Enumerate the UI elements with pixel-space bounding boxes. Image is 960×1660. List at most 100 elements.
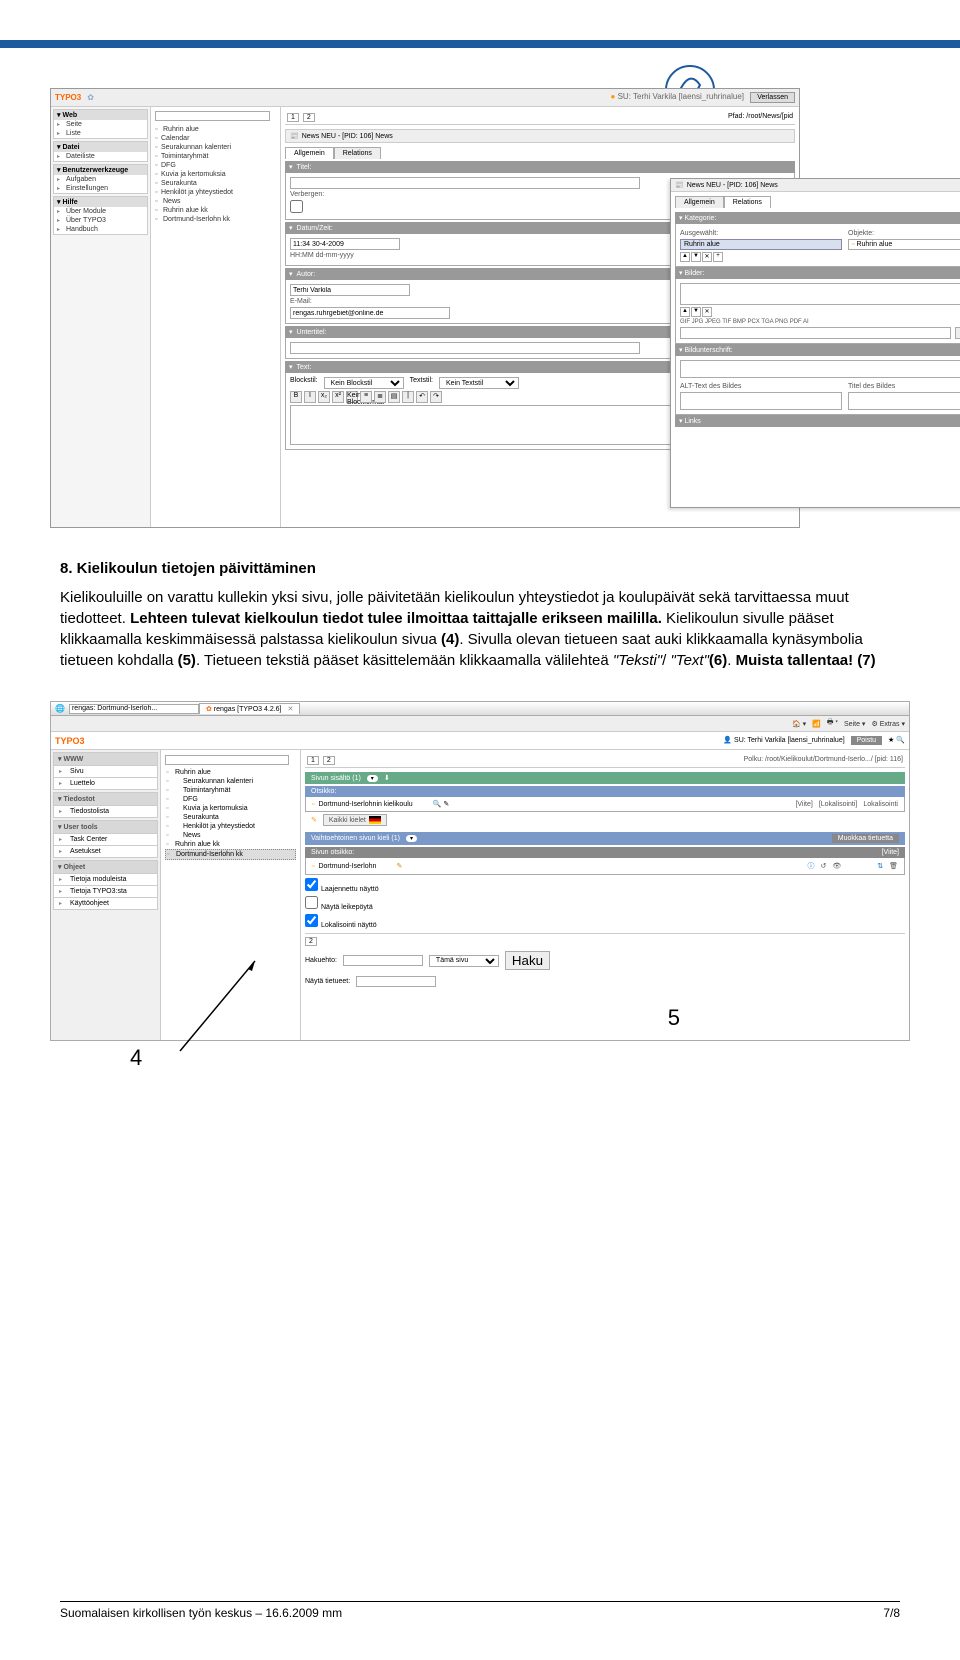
tree-search-input[interactable] — [155, 111, 270, 121]
tree-item[interactable]: Seurakunta — [155, 179, 276, 188]
page-title-value[interactable]: Dortmund-Iserlohn — [318, 863, 376, 870]
rte-button[interactable]: ▤ — [388, 391, 400, 403]
down-icon[interactable]: ▼ — [691, 252, 701, 262]
rte-button[interactable]: ≣ — [374, 391, 386, 403]
nav-item[interactable]: Über TYPO3 — [54, 216, 147, 225]
tree-item[interactable]: News — [155, 197, 276, 206]
tab-allgemein[interactable]: Allgemein — [285, 147, 334, 159]
home-icon[interactable]: 🏠 ▾ — [792, 720, 806, 728]
info-icon[interactable]: ✎ — [443, 800, 449, 808]
rte-button[interactable]: I — [304, 391, 316, 403]
record-title[interactable]: Dortmund-Iserlohnin kielikoulu — [318, 801, 412, 808]
nav-item[interactable]: Tietoja moduleista — [53, 874, 158, 886]
search-icon[interactable]: 🔍 — [896, 737, 905, 744]
tree-item[interactable]: Seurakunnan kalenteri — [165, 777, 296, 786]
nav-item[interactable]: Dateiliste — [54, 152, 147, 161]
star-icon[interactable]: ★ — [888, 737, 894, 744]
search-input[interactable] — [343, 955, 423, 966]
title-input[interactable] — [290, 177, 640, 189]
logout-button[interactable]: Poistu — [851, 736, 882, 745]
rte-button[interactable]: | — [402, 391, 414, 403]
rte-button[interactable]: Kein Blockformat — [346, 391, 358, 403]
cb-extended-view[interactable]: Laajennettu näyttö — [305, 878, 905, 893]
textstil-select[interactable]: Kein Textstil — [439, 377, 519, 389]
tree-item[interactable]: Ruhrin alue kk — [155, 206, 276, 215]
overlay-tab-relations[interactable]: Relations — [724, 196, 771, 208]
show-records-input[interactable] — [356, 976, 436, 987]
tab-relations[interactable]: Relations — [334, 147, 381, 159]
print-icon[interactable]: 🖶 ▾ — [827, 718, 838, 729]
subtitle-input[interactable] — [290, 342, 640, 354]
tree-item[interactable]: Henkilöt ja yhteystiedot — [165, 822, 296, 831]
tree-item[interactable]: Ruhrin alue kk — [165, 840, 296, 849]
logout-button[interactable]: Verlassen — [750, 92, 795, 103]
rte-button[interactable]: x² — [332, 391, 344, 403]
author-input[interactable] — [290, 284, 410, 296]
remove-icon[interactable]: ✕ — [702, 252, 712, 262]
nav-group-head[interactable]: ▾ Hilfe — [54, 197, 147, 207]
nav-group-head[interactable]: ▾ Datei — [54, 142, 147, 152]
nav-item[interactable]: Handbuch — [54, 225, 147, 234]
tree-item[interactable]: Toimintaryhmät — [165, 786, 296, 795]
tree-item[interactable]: Dortmund-Iserlohn kk — [165, 849, 296, 860]
rte-button[interactable]: ↶ — [416, 391, 428, 403]
tree-item[interactable]: Seurakunta — [165, 813, 296, 822]
caption-input[interactable] — [680, 360, 960, 378]
cb-clipboard[interactable]: Näytä leikepöytä — [305, 896, 905, 911]
cb-localization[interactable]: Lokalisointi näyttö — [305, 914, 905, 929]
history-icon[interactable]: ↺ — [820, 862, 826, 870]
email-input[interactable] — [290, 307, 450, 319]
alt-text-input[interactable] — [680, 392, 842, 410]
feed-icon[interactable]: 📶 — [812, 720, 821, 728]
nav-item[interactable]: Luettelo — [53, 778, 158, 790]
info-icon[interactable]: ⓘ — [807, 861, 814, 871]
tree-item[interactable]: Toimintaryhmät — [155, 152, 276, 161]
csv-icon[interactable]: ⬇ — [384, 774, 390, 782]
new-record-icon[interactable]: ✎ — [311, 816, 317, 824]
hide-checkbox[interactable] — [290, 200, 303, 213]
nav-item[interactable]: Seite — [54, 120, 147, 129]
address-input[interactable] — [69, 704, 199, 714]
tree-item[interactable]: Dortmund-Iserlohn kk — [155, 215, 276, 224]
date-input[interactable] — [290, 238, 400, 250]
img-title-input[interactable] — [848, 392, 960, 410]
browse-button[interactable]: Durchsuchen — [955, 327, 960, 339]
nav-group-head[interactable]: ▾ Ohjeet — [53, 860, 158, 874]
edit-record-button[interactable]: Muokkaa tietuetta — [832, 834, 899, 843]
tree-item[interactable]: Seurakunnan kalenteri — [155, 143, 276, 152]
image-list[interactable] — [680, 283, 960, 305]
selected-item[interactable]: Ruhrin alue — [680, 239, 842, 250]
nav-item[interactable]: Tiedostolista — [53, 806, 158, 818]
nav-item[interactable]: Einstellungen — [54, 184, 147, 193]
seite-menu[interactable]: Seite ▾ — [844, 720, 865, 728]
close-icon[interactable]: ✕ — [287, 706, 293, 713]
nav-group-head[interactable]: ▾ User tools — [53, 820, 158, 834]
search-scope-select[interactable]: Tämä sivu — [429, 955, 499, 967]
nav-item[interactable]: Sivu — [53, 766, 158, 778]
extras-menu[interactable]: ⚙ Extras ▾ — [871, 720, 905, 728]
tree-item[interactable]: Henkilöt ja yhteystiedot — [155, 188, 276, 197]
blockstil-select[interactable]: Kein Blockstil — [324, 377, 404, 389]
tree-item[interactable]: Kuvia ja kertomuksia — [165, 804, 296, 813]
overlay-tab-allgemein[interactable]: Allgemein — [675, 196, 724, 208]
nav-group-head[interactable]: ▾ Tiedostot — [53, 792, 158, 806]
nav-item[interactable]: Liste — [54, 129, 147, 138]
nav-item[interactable]: Über Module — [54, 207, 147, 216]
nav-item[interactable]: Task Center — [53, 834, 158, 846]
pencil-icon[interactable]: ✎ — [396, 862, 402, 870]
rte-button[interactable]: x₂ — [318, 391, 330, 403]
tree-item[interactable]: Calendar — [155, 134, 276, 143]
delete-icon[interactable]: 🗑 — [889, 862, 898, 870]
nav-item[interactable]: Käyttöohjeet — [53, 898, 158, 910]
rte-button[interactable]: ↷ — [430, 391, 442, 403]
tree-filter-input[interactable] — [165, 755, 289, 765]
nav-item[interactable]: Aufgaben — [54, 175, 147, 184]
move-icon[interactable]: ⇅ — [877, 862, 883, 870]
nav-group-head[interactable]: ▾ Benutzerwerkzeuge — [54, 165, 147, 175]
view-icon[interactable]: 👁 — [832, 862, 841, 870]
tree-item[interactable]: DFG — [155, 161, 276, 170]
rte-button[interactable]: B — [290, 391, 302, 403]
tree-item[interactable]: News — [165, 831, 296, 840]
tree-item[interactable]: Ruhrin alue — [155, 125, 276, 134]
nav-group-head[interactable]: ▾ WWW — [53, 752, 158, 766]
